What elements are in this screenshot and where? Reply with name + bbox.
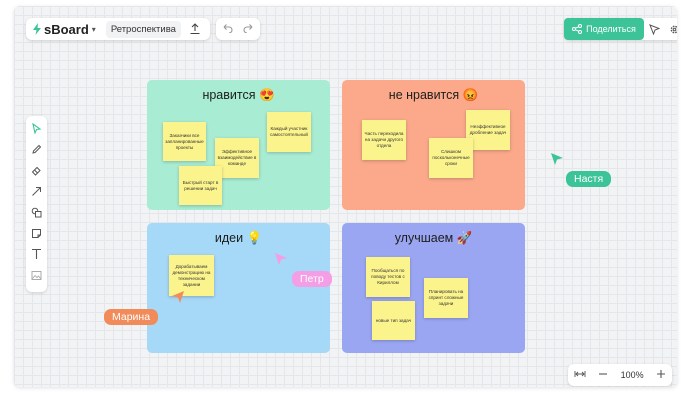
pointer-icon[interactable] xyxy=(644,23,664,35)
collaborator-name-label: Настя xyxy=(566,171,612,187)
zoom-in-icon[interactable] xyxy=(656,369,666,381)
quadrant-dislikes[interactable]: не нравится 😡 Часть переходила на задачи… xyxy=(342,80,525,210)
collaborator-name-label: Петр xyxy=(292,271,332,287)
left-toolbar xyxy=(26,116,47,292)
sticky-note[interactable]: Часть переходила на задачи другого отдел… xyxy=(362,120,406,160)
quadrant-likes[interactable]: нравится 😍 Заказчики все запланированные… xyxy=(147,80,330,210)
sticky-note[interactable]: Планировать на спринт сложные задачи xyxy=(424,278,468,318)
arrow-line-icon[interactable] xyxy=(29,183,45,199)
quadrant-improve[interactable]: улучшаем 🚀 Пообщаться по поводу тестов с… xyxy=(342,223,525,353)
sticky-note[interactable]: Слишком поскольконечные сроки xyxy=(429,138,473,178)
share-icon xyxy=(572,24,583,34)
sboard-logo-icon xyxy=(33,23,41,35)
collaborator-cursor-icon xyxy=(172,291,184,303)
shapes-icon[interactable] xyxy=(29,204,45,220)
collaborator-name-label: Марина xyxy=(104,309,159,325)
zoom-level[interactable]: 100% xyxy=(621,370,644,380)
collaborator-cursor-icon xyxy=(551,153,563,165)
sticky-note[interactable]: Каждый участник самостоятельный xyxy=(267,112,311,152)
board-name[interactable]: Ретроспектива xyxy=(105,20,181,38)
share-label: Поделиться xyxy=(586,24,636,34)
logo[interactable]: sBoard ▾ xyxy=(26,22,96,37)
quadrant-ideas[interactable]: идеи 💡 Дорабатываем демонстрацию на техн… xyxy=(147,223,330,353)
zoom-toolbar: 100% xyxy=(568,364,672,386)
eraser-icon[interactable] xyxy=(29,162,45,178)
top-right-toolbar: Поделиться xyxy=(564,18,677,40)
sticky-note-icon[interactable] xyxy=(29,225,45,241)
pen-icon[interactable] xyxy=(29,141,45,157)
sticky-note[interactable]: Пообщаться по поводу тестов с Кириллом xyxy=(366,257,410,297)
upload-icon[interactable] xyxy=(189,23,201,35)
share-button[interactable]: Поделиться xyxy=(564,18,644,40)
board-canvas[interactable]: sBoard ▾ Ретроспектива Поделиться нравит… xyxy=(14,6,677,387)
gear-icon[interactable] xyxy=(664,24,677,35)
quadrant-title: улучшаем 🚀 xyxy=(394,231,473,245)
undo-redo-toolbar xyxy=(216,18,260,40)
image-icon[interactable] xyxy=(29,267,45,283)
sticky-note[interactable]: Заказчики все запланированные проекты xyxy=(163,122,206,161)
collaborator-cursor-icon xyxy=(275,253,287,265)
select-cursor-icon[interactable] xyxy=(29,120,45,136)
quadrant-title: нравится 😍 xyxy=(202,88,275,102)
redo-icon[interactable] xyxy=(243,20,255,38)
text-icon[interactable] xyxy=(29,246,45,262)
sticky-note[interactable]: новые тип задач xyxy=(372,301,415,340)
zoom-out-icon[interactable] xyxy=(598,369,608,381)
logo-text: sBoard xyxy=(44,21,89,37)
sticky-note[interactable]: Быстрый старт в решении задач xyxy=(179,166,222,205)
undo-icon[interactable] xyxy=(221,20,233,38)
chevron-down-icon[interactable]: ▾ xyxy=(92,25,96,34)
fit-width-icon[interactable] xyxy=(574,370,586,380)
quadrant-title: не нравится 😡 xyxy=(388,88,479,102)
quadrant-title: идеи 💡 xyxy=(214,231,263,245)
top-left-toolbar: sBoard ▾ Ретроспектива xyxy=(26,18,210,40)
